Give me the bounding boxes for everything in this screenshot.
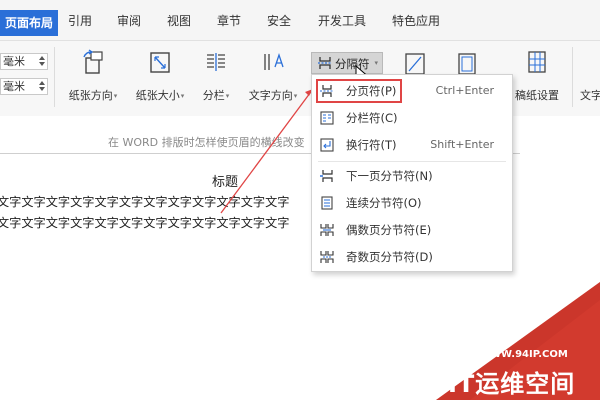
watermark-banner [436,282,600,400]
watermark-title: IT运维空间 [448,370,576,398]
watermark-url: WWW.94IP.COM [479,349,568,360]
